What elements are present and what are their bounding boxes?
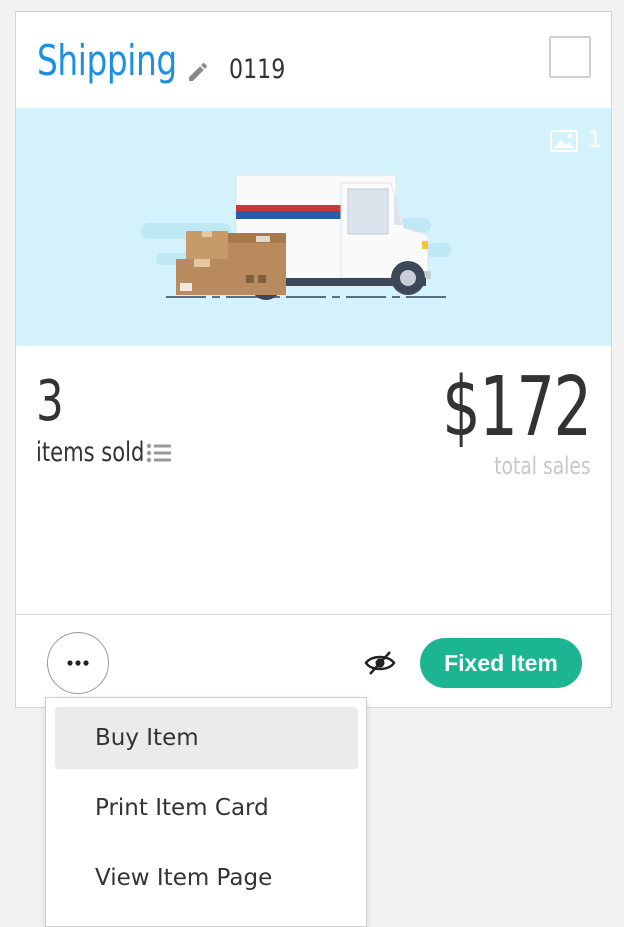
status-badge: Fixed Item	[420, 638, 582, 688]
item-title[interactable]: Shipping	[37, 36, 177, 85]
more-options-button[interactable]	[47, 632, 109, 694]
items-sold-label: items sold	[36, 437, 145, 468]
total-sales-label: total sales	[494, 452, 591, 480]
image-count-indicator: 1	[550, 128, 602, 153]
menu-item-buy-item[interactable]: Buy Item	[55, 707, 358, 769]
more-dots-icon	[67, 660, 89, 666]
eye-slash-icon[interactable]	[364, 649, 396, 677]
item-image[interactable]: 1	[16, 108, 611, 346]
image-count: 1	[588, 128, 602, 153]
item-number: 0119	[229, 54, 286, 85]
truck-illustration	[141, 174, 451, 300]
menu-item-view-item-page[interactable]: View Item Page	[55, 847, 358, 909]
photo-icon	[550, 129, 578, 152]
more-options-menu: Buy Item Print Item Card View Item Page	[45, 697, 367, 927]
items-sold: items sold	[36, 437, 172, 468]
select-checkbox[interactable]	[549, 36, 591, 78]
items-sold-count: 3	[36, 369, 64, 434]
list-icon[interactable]	[146, 443, 172, 463]
card-header: Shipping 0119	[16, 12, 611, 108]
menu-item-print-item-card[interactable]: Print Item Card	[55, 777, 358, 839]
pencil-icon[interactable]	[186, 60, 210, 84]
footer-divider	[16, 614, 611, 615]
item-card: Shipping 0119 1 3 items sold $172 total …	[15, 11, 612, 708]
total-sales-value: $172	[442, 360, 592, 455]
